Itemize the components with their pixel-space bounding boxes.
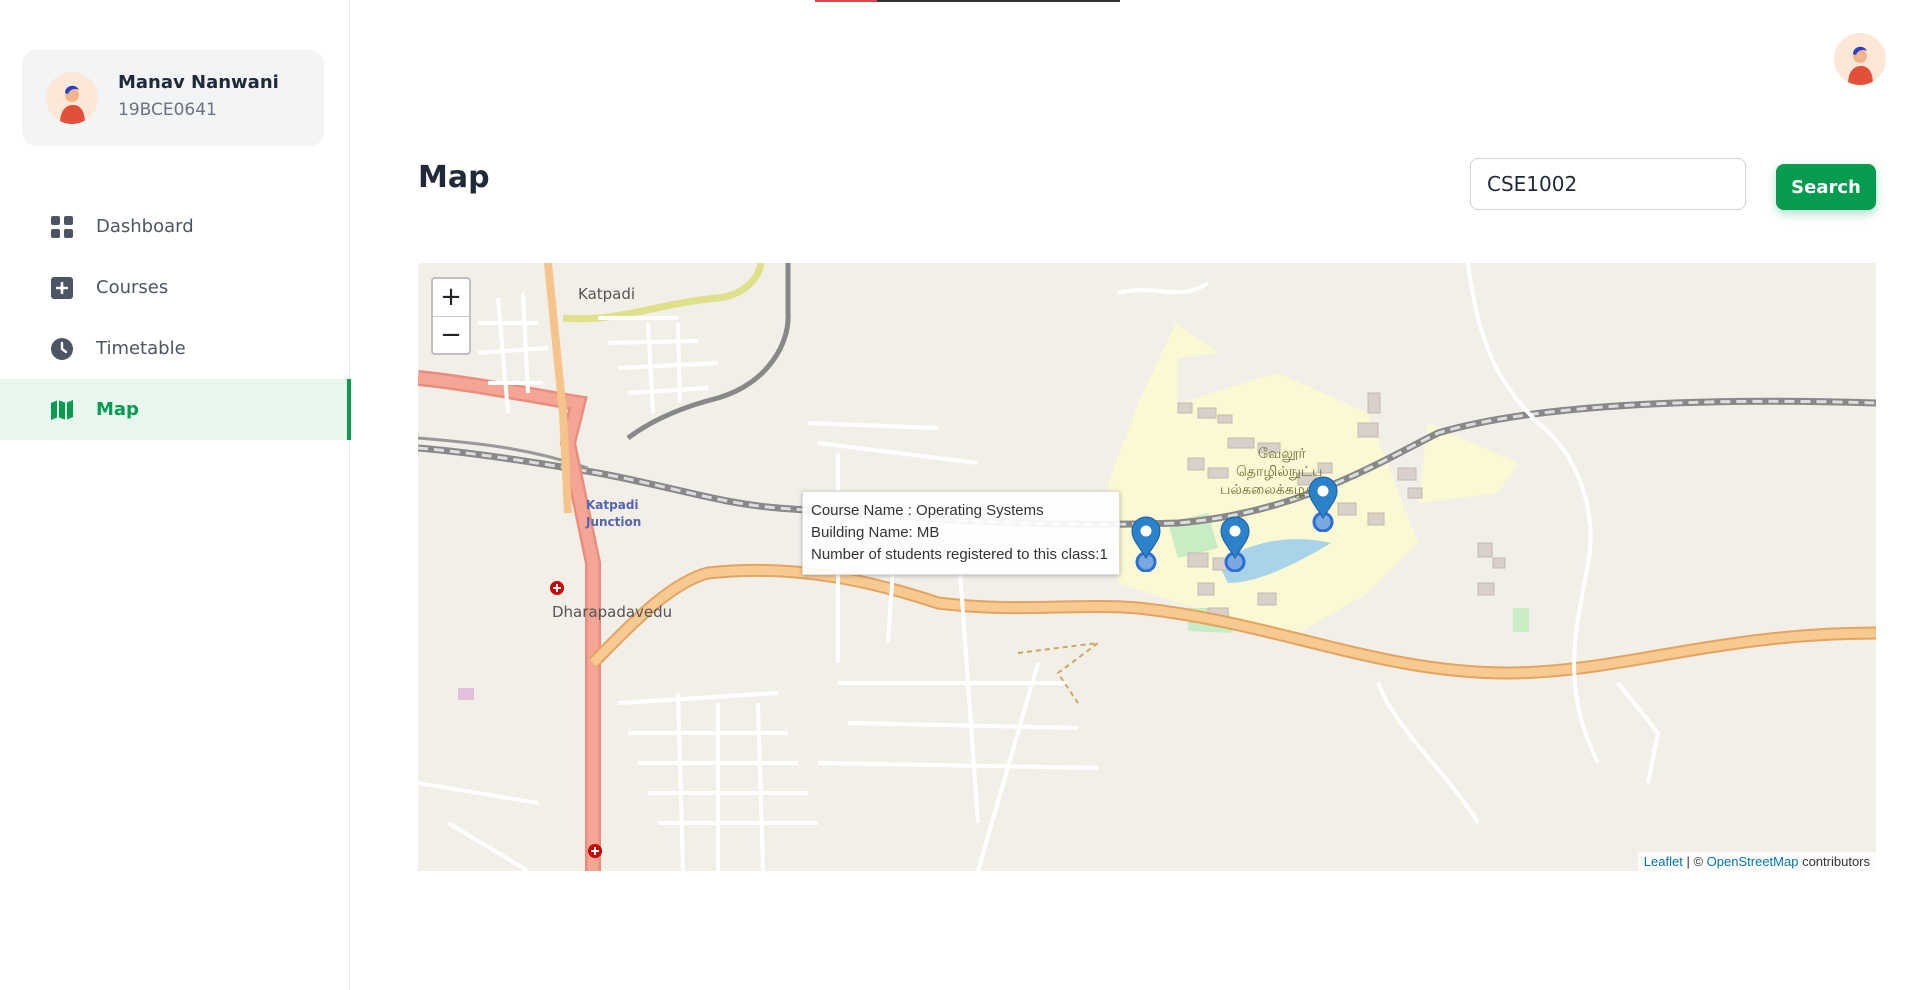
map-label-dharapadavedu: Dharapadavedu bbox=[552, 603, 673, 621]
sidebar-item-label: Dashboard bbox=[96, 216, 194, 237]
sidebar-item-label: Map bbox=[96, 399, 139, 420]
plus-square-icon bbox=[50, 276, 74, 300]
top-progress-bar bbox=[815, 0, 1120, 2]
sidebar-item-map[interactable]: Map bbox=[0, 379, 351, 440]
attribution-suffix: contributors bbox=[1802, 854, 1870, 869]
map-view[interactable]: Katpadi Katpadi Junction Dharapadavedu வ… bbox=[418, 263, 1876, 871]
profile-card[interactable]: Manav Nanwani 19BCE0641 bbox=[22, 50, 324, 146]
tooltip-course: Course Name : Operating Systems bbox=[811, 502, 1044, 519]
map-icon bbox=[50, 398, 74, 422]
zoom-control: + − bbox=[431, 277, 471, 355]
zoom-out-button[interactable]: − bbox=[433, 316, 469, 353]
map-tooltip: Course Name : Operating Systems Building… bbox=[802, 491, 1120, 575]
openstreetmap-link[interactable]: OpenStreetMap bbox=[1707, 854, 1799, 869]
map-marker[interactable] bbox=[1218, 516, 1252, 572]
sidebar-nav: Dashboard Courses Timetable Map bbox=[0, 196, 351, 440]
sidebar-item-label: Timetable bbox=[96, 338, 186, 359]
avatar bbox=[46, 72, 98, 124]
zoom-in-button[interactable]: + bbox=[433, 279, 469, 316]
header-avatar[interactable] bbox=[1834, 33, 1886, 85]
tooltip-building: Building Name: MB bbox=[811, 524, 940, 541]
profile-id: 19BCE0641 bbox=[118, 100, 217, 120]
sidebar-item-label: Courses bbox=[96, 277, 169, 298]
leaflet-link[interactable]: Leaflet bbox=[1644, 854, 1683, 869]
tooltip-students: Number of students registered to this cl… bbox=[811, 546, 1108, 563]
sidebar-item-dashboard[interactable]: Dashboard bbox=[0, 196, 350, 257]
sidebar-item-timetable[interactable]: Timetable bbox=[0, 318, 350, 379]
map-label-junction-line2: Junction bbox=[586, 515, 642, 529]
clock-icon bbox=[50, 337, 74, 361]
top-progress-fill bbox=[815, 0, 877, 2]
map-label-junction-line1: Katpadi bbox=[586, 498, 639, 512]
profile-name: Manav Nanwani bbox=[118, 72, 279, 93]
sidebar-item-courses[interactable]: Courses bbox=[0, 257, 350, 318]
map-marker[interactable] bbox=[1129, 516, 1163, 572]
search-input[interactable] bbox=[1470, 158, 1746, 210]
page-title: Map bbox=[418, 160, 490, 195]
attribution-separator: | © bbox=[1686, 854, 1704, 869]
search-button[interactable]: Search bbox=[1776, 164, 1876, 210]
grid-icon bbox=[50, 215, 74, 239]
map-label-katpadi: Katpadi bbox=[578, 285, 636, 303]
map-marker[interactable] bbox=[1306, 476, 1340, 532]
map-attribution: Leaflet | © OpenStreetMap contributors bbox=[1637, 852, 1876, 871]
map-label-campus-line1: வேலூர் bbox=[1258, 446, 1306, 462]
sidebar: Manav Nanwani 19BCE0641 Dashboard Course… bbox=[0, 0, 351, 990]
